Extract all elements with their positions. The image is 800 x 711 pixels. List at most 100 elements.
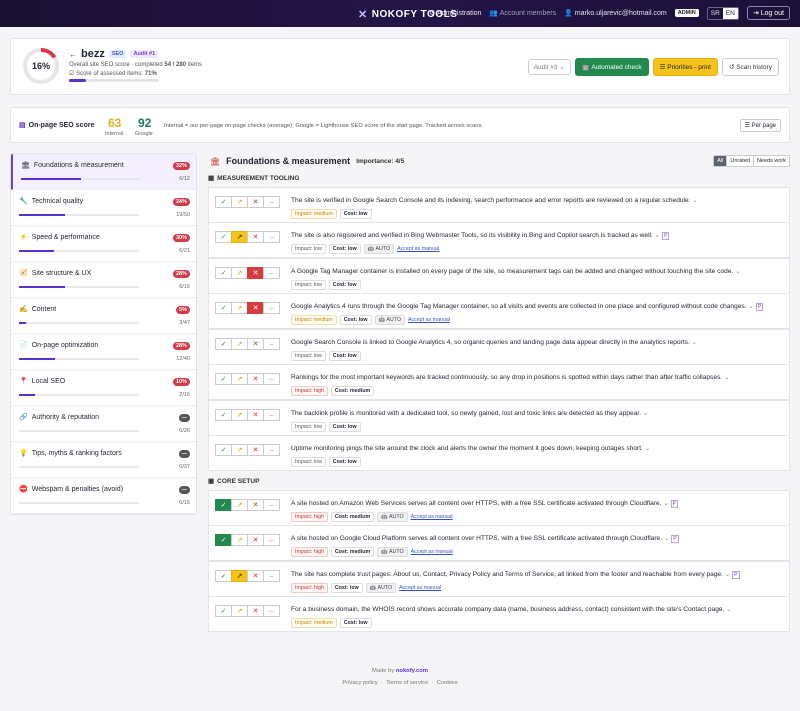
chevron-down-icon[interactable]: ⌄ bbox=[692, 197, 698, 204]
per-page-button[interactable]: ☰ Per page bbox=[739, 119, 781, 132]
rate-na-button[interactable]: – bbox=[263, 302, 280, 314]
chevron-down-icon[interactable]: ⌄ bbox=[692, 339, 698, 346]
lang-sr[interactable]: SR bbox=[708, 8, 723, 19]
sidebar-item[interactable]: 🔧 Technical quality 24% 19/50 bbox=[11, 190, 196, 226]
sidebar-item[interactable]: 🔗 Authority & reputation —0/26 bbox=[11, 406, 196, 442]
sidebar-item[interactable]: 📍 Local SEO 10% 2/16 bbox=[11, 370, 196, 406]
filter-all[interactable]: All bbox=[714, 156, 728, 166]
page-icon[interactable]: P bbox=[671, 535, 679, 543]
rate-na-button[interactable]: – bbox=[263, 338, 280, 350]
rate-fail-button[interactable]: ✕ bbox=[247, 499, 264, 511]
chevron-down-icon[interactable]: ⌄ bbox=[724, 374, 730, 381]
terms-link[interactable]: Terms of service bbox=[386, 680, 428, 686]
rate-fail-button[interactable]: ✕ bbox=[247, 444, 264, 456]
rate-ok-button[interactable]: ✓ bbox=[215, 267, 232, 279]
rate-na-button[interactable]: – bbox=[263, 267, 280, 279]
rate-fail-button[interactable]: ✕ bbox=[247, 373, 264, 385]
rate-partial-button[interactable]: ↗ bbox=[231, 231, 248, 243]
rate-na-button[interactable]: – bbox=[263, 605, 280, 617]
rate-partial-button[interactable]: ↗ bbox=[231, 373, 248, 385]
rate-fail-button[interactable]: ✕ bbox=[247, 338, 264, 350]
rate-fail-button[interactable]: ✕ bbox=[247, 196, 264, 208]
rate-partial-button[interactable]: ↗ bbox=[231, 409, 248, 421]
rate-partial-button[interactable]: ↗ bbox=[231, 302, 248, 314]
chevron-down-icon[interactable]: ⌄ bbox=[748, 303, 754, 310]
check-text: The site is also registered and verified… bbox=[291, 232, 670, 240]
sidebar-item[interactable]: 💡 Tips, myths & ranking factors —0/37 bbox=[11, 442, 196, 478]
accept-manual-link[interactable]: Accept as manual bbox=[411, 514, 453, 520]
privacy-link[interactable]: Privacy policy bbox=[342, 680, 377, 686]
accept-manual-link[interactable]: Accept as manual bbox=[397, 246, 439, 252]
rate-partial-button[interactable]: ↗ bbox=[231, 534, 248, 546]
back-arrow-icon[interactable]: ← bbox=[69, 50, 77, 59]
chevron-down-icon[interactable]: ⌄ bbox=[645, 445, 651, 452]
rate-ok-button[interactable]: ✓ bbox=[215, 302, 232, 314]
filter-unrated[interactable]: Unrated bbox=[727, 156, 754, 166]
rate-na-button[interactable]: – bbox=[263, 373, 280, 385]
rate-fail-button[interactable]: ✕ bbox=[247, 534, 264, 546]
rate-partial-button[interactable]: ↗ bbox=[231, 196, 248, 208]
chevron-down-icon[interactable]: ⌄ bbox=[663, 500, 669, 507]
cookies-link[interactable]: Cookies bbox=[437, 680, 458, 686]
rate-partial-button[interactable]: ↗ bbox=[231, 499, 248, 511]
accept-manual-link[interactable]: Accept as manual bbox=[408, 317, 450, 323]
page-icon[interactable]: P bbox=[732, 571, 740, 579]
rate-na-button[interactable]: – bbox=[263, 196, 280, 208]
rate-na-button[interactable]: – bbox=[263, 409, 280, 421]
rate-ok-button[interactable]: ✓ bbox=[215, 231, 232, 243]
automated-check-button[interactable]: 🤖 Automated check bbox=[574, 58, 649, 76]
chevron-down-icon[interactable]: ⌄ bbox=[726, 606, 732, 613]
sidebar-item[interactable]: 🏛 Foundations & measurement 32% 6/12 bbox=[11, 154, 196, 190]
filter-needs-work[interactable]: Needs work bbox=[753, 156, 789, 166]
rate-ok-button[interactable]: ✓ bbox=[215, 605, 232, 617]
rate-ok-button[interactable]: ✓ bbox=[215, 196, 232, 208]
sidebar-item[interactable]: ⛔ Webspam & penalties (avoid) —0/15 bbox=[11, 478, 196, 514]
sidebar-item[interactable]: ✍ Content 5% 3/47 bbox=[11, 298, 196, 334]
rate-partial-button[interactable]: ↗ bbox=[231, 605, 248, 617]
sidebar-item[interactable]: 🧭 Site structure & UX 28% 6/16 bbox=[11, 262, 196, 298]
made-by-link[interactable]: nokofy.com bbox=[396, 668, 428, 674]
nav-administration[interactable]: ⚙ Administration bbox=[429, 9, 481, 17]
rate-fail-button[interactable]: ✕ bbox=[247, 605, 264, 617]
rate-fail-button[interactable]: ✕ bbox=[247, 267, 264, 279]
sidebar-item[interactable]: 📄 On-page optimization 28% 12/40 bbox=[11, 334, 196, 370]
page-icon[interactable]: P bbox=[755, 303, 764, 311]
chevron-down-icon[interactable]: ⌄ bbox=[664, 535, 670, 542]
sidebar-item-percent: 30% bbox=[172, 234, 190, 242]
page-icon[interactable]: P bbox=[670, 500, 679, 508]
rate-ok-button[interactable]: ✓ bbox=[215, 499, 232, 511]
lang-en[interactable]: EN bbox=[722, 7, 738, 19]
page-icon[interactable]: P bbox=[662, 232, 670, 240]
logout-button[interactable]: ⇥ Log out bbox=[746, 6, 790, 20]
rate-ok-button[interactable]: ✓ bbox=[215, 444, 232, 456]
chevron-down-icon[interactable]: ⌄ bbox=[655, 232, 661, 239]
rate-partial-button[interactable]: ↗ bbox=[231, 444, 248, 456]
audit-select[interactable]: Audit #3 ⌄ bbox=[527, 59, 571, 75]
rate-ok-button[interactable]: ✓ bbox=[215, 373, 232, 385]
rate-ok-button[interactable]: ✓ bbox=[215, 570, 232, 582]
rate-partial-button[interactable]: ↗ bbox=[231, 338, 248, 350]
rate-na-button[interactable]: – bbox=[263, 444, 280, 456]
rate-ok-button[interactable]: ✓ bbox=[215, 534, 232, 546]
chevron-down-icon[interactable]: ⌄ bbox=[735, 268, 741, 275]
rate-na-button[interactable]: – bbox=[263, 231, 280, 243]
chevron-down-icon[interactable]: ⌄ bbox=[643, 410, 649, 417]
rate-na-button[interactable]: – bbox=[263, 570, 280, 582]
rate-ok-button[interactable]: ✓ bbox=[215, 338, 232, 350]
rate-fail-button[interactable]: ✕ bbox=[247, 231, 264, 243]
accept-manual-link[interactable]: Accept as manual bbox=[411, 549, 453, 555]
rate-partial-button[interactable]: ↗ bbox=[231, 570, 248, 582]
rate-na-button[interactable]: – bbox=[263, 534, 280, 546]
nav-account-members[interactable]: 👥 Account members bbox=[489, 9, 556, 17]
rate-partial-button[interactable]: ↗ bbox=[231, 267, 248, 279]
rate-na-button[interactable]: – bbox=[263, 499, 280, 511]
priorities-print-button[interactable]: ☰ Priorities - print bbox=[652, 58, 718, 76]
rate-fail-button[interactable]: ✕ bbox=[247, 409, 264, 421]
rate-ok-button[interactable]: ✓ bbox=[215, 409, 232, 421]
sidebar-item[interactable]: ⚡ Speed & performance 30% 6/21 bbox=[11, 226, 196, 262]
rate-fail-button[interactable]: ✕ bbox=[247, 570, 264, 582]
scan-history-button[interactable]: ↺ Scan history bbox=[721, 58, 779, 76]
rate-fail-button[interactable]: ✕ bbox=[247, 302, 264, 314]
chevron-down-icon[interactable]: ⌄ bbox=[725, 571, 731, 578]
accept-manual-link[interactable]: Accept as manual bbox=[399, 585, 441, 591]
